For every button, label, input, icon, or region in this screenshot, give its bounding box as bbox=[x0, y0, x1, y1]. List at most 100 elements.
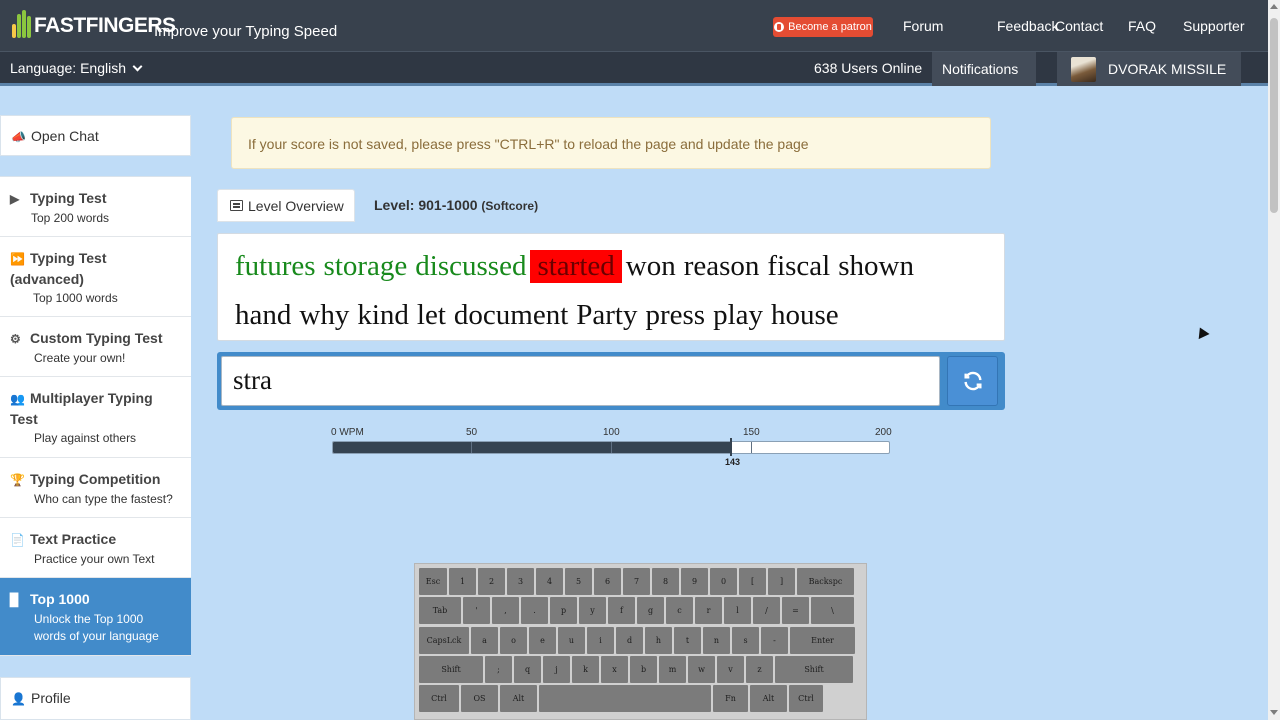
key: p bbox=[550, 597, 577, 625]
chevron-down-icon bbox=[132, 61, 143, 72]
scroll-down-icon[interactable] bbox=[1270, 710, 1278, 715]
key: 4 bbox=[536, 568, 563, 595]
key: Shift bbox=[419, 655, 483, 683]
word-line-2: hand why kind let document Party press play hous… bbox=[231, 299, 843, 332]
refresh-icon bbox=[963, 371, 982, 391]
wpm-fill bbox=[333, 442, 732, 453]
avatar bbox=[1071, 56, 1096, 82]
level-info: Level: 901-1000 (Softcore) bbox=[374, 197, 538, 213]
username: DVORAK MISSILE bbox=[1108, 61, 1227, 77]
score-warning-alert: If your score is not saved, please press… bbox=[231, 117, 991, 169]
sidebar-item-subtitle: Unlock the Top 1000 words of your langua… bbox=[34, 612, 159, 643]
key: OS bbox=[461, 685, 498, 713]
word: kind bbox=[357, 299, 409, 331]
sidebar-item-subtitle: Who can type the fastest? bbox=[34, 492, 173, 506]
wpm-label-200: 200 bbox=[875, 427, 892, 438]
key: Alt bbox=[750, 685, 787, 713]
word: discussed bbox=[415, 250, 527, 282]
key: Tab bbox=[419, 597, 461, 625]
key: f bbox=[608, 597, 635, 625]
wpm-marker bbox=[729, 438, 732, 456]
keyboard-row: CapsLck a o e u i d h t n s - Enter bbox=[419, 626, 855, 654]
word: press bbox=[645, 299, 706, 331]
word: reason bbox=[683, 250, 760, 282]
word: futures bbox=[235, 250, 316, 282]
sidebar-item-subtitle: Top 1000 words bbox=[33, 291, 118, 305]
key: Ctrl bbox=[419, 685, 459, 713]
sidebar-item-title: Top 1000 bbox=[30, 591, 90, 607]
become-patron-button[interactable]: Become a patron bbox=[773, 17, 873, 37]
play-icon: ▶ bbox=[10, 192, 20, 206]
profile-button[interactable]: 👤 Profile bbox=[0, 677, 191, 720]
nav-faq[interactable]: FAQ bbox=[1128, 18, 1156, 34]
sidebar-item-top-1000[interactable]: ▉ Top 1000 Unlock the Top 1000 words of y… bbox=[0, 578, 191, 656]
key: r bbox=[695, 597, 722, 625]
page-scrollbar[interactable] bbox=[1268, 0, 1280, 720]
key: ' bbox=[463, 597, 490, 625]
key: q bbox=[514, 655, 541, 683]
sidebar-item-title: Typing Competition bbox=[30, 471, 161, 487]
key: n bbox=[703, 626, 730, 654]
key: 3 bbox=[507, 568, 534, 595]
top-navbar: FASTFINGERS Improve your Typing Speed Be… bbox=[0, 0, 1268, 52]
key: w bbox=[688, 655, 715, 683]
key: o bbox=[500, 626, 527, 654]
key: z bbox=[746, 655, 773, 683]
key: d bbox=[616, 626, 643, 654]
wpm-tick bbox=[611, 442, 612, 453]
sidebar-item-typing-test[interactable]: ▶ Typing Test Top 200 words bbox=[0, 176, 191, 237]
user-menu[interactable]: DVORAK MISSILE bbox=[1057, 52, 1241, 86]
wpm-label-0: 0 WPM bbox=[331, 427, 364, 438]
key: 1 bbox=[449, 568, 476, 595]
nav-supporter[interactable]: Supporter bbox=[1183, 18, 1244, 34]
sidebar-item-multiplayer[interactable]: 👥 Multiplayer Typing Test Play against ot… bbox=[0, 377, 191, 458]
keyboard-row: Shift; q j k x b m w v z Shift bbox=[419, 655, 853, 683]
reload-button[interactable] bbox=[947, 356, 998, 406]
scroll-up-icon[interactable] bbox=[1270, 4, 1278, 9]
key: ; bbox=[485, 655, 512, 683]
wpm-label-100: 100 bbox=[603, 427, 620, 438]
sidebar-item-custom-typing-test[interactable]: ⚙ Custom Typing Test Create your own! bbox=[0, 317, 191, 377]
level-mode: (Softcore) bbox=[481, 199, 539, 213]
key: j bbox=[543, 655, 570, 683]
keyboard-row: Esc 1 2 3 4 5 6 7 8 9 0[] Backspc bbox=[419, 568, 854, 595]
key: x bbox=[601, 655, 628, 683]
key: t bbox=[674, 626, 701, 654]
sidebar-item-typing-test-advanced[interactable]: ⏩ Typing Test (advanced) Top 1000 words bbox=[0, 237, 191, 317]
input-row: stra bbox=[217, 352, 1005, 410]
word: hand bbox=[235, 299, 292, 331]
current-word: started bbox=[530, 250, 622, 283]
key: v bbox=[717, 655, 744, 683]
word: fiscal bbox=[767, 250, 831, 282]
key: Ctrl bbox=[789, 685, 823, 713]
language-selector[interactable]: Language: English bbox=[10, 60, 143, 76]
sidebar-item-typing-competition[interactable]: 🏆 Typing Competition Who can type the fas… bbox=[0, 458, 191, 518]
nav-forum[interactable]: Forum bbox=[903, 18, 943, 34]
key: m bbox=[659, 655, 686, 683]
level-overview-button[interactable]: Level Overview bbox=[217, 189, 355, 222]
megaphone-icon: 📣 bbox=[11, 130, 26, 144]
key: 5 bbox=[565, 568, 592, 595]
sidebar-item-text-practice[interactable]: 📄 Text Practice Practice your own Text bbox=[0, 518, 191, 578]
notifications-button[interactable]: Notifications bbox=[932, 52, 1036, 86]
key: 7 bbox=[623, 568, 650, 595]
key: Fn bbox=[713, 685, 748, 713]
key: 6 bbox=[594, 568, 621, 595]
word: house bbox=[771, 299, 839, 331]
open-chat-button[interactable]: 📣 Open Chat bbox=[0, 115, 191, 156]
typing-input[interactable]: stra bbox=[221, 356, 940, 406]
key: e bbox=[529, 626, 556, 654]
site-logo[interactable]: FASTFINGERS bbox=[10, 6, 176, 46]
word-line-1: futures storage discussed started won reason f… bbox=[231, 250, 918, 283]
nav-contact[interactable]: Contact bbox=[1055, 18, 1103, 34]
word: Party bbox=[576, 299, 638, 331]
key: u bbox=[558, 626, 585, 654]
key: Alt bbox=[500, 685, 537, 713]
nav-feedback[interactable]: Feedback bbox=[997, 18, 1058, 34]
scrollbar-thumb[interactable] bbox=[1270, 18, 1278, 213]
patreon-icon bbox=[774, 22, 785, 32]
key: h bbox=[645, 626, 672, 654]
user-icon: 👤 bbox=[11, 692, 26, 706]
users-icon: 👥 bbox=[10, 392, 25, 406]
key: c bbox=[666, 597, 693, 625]
